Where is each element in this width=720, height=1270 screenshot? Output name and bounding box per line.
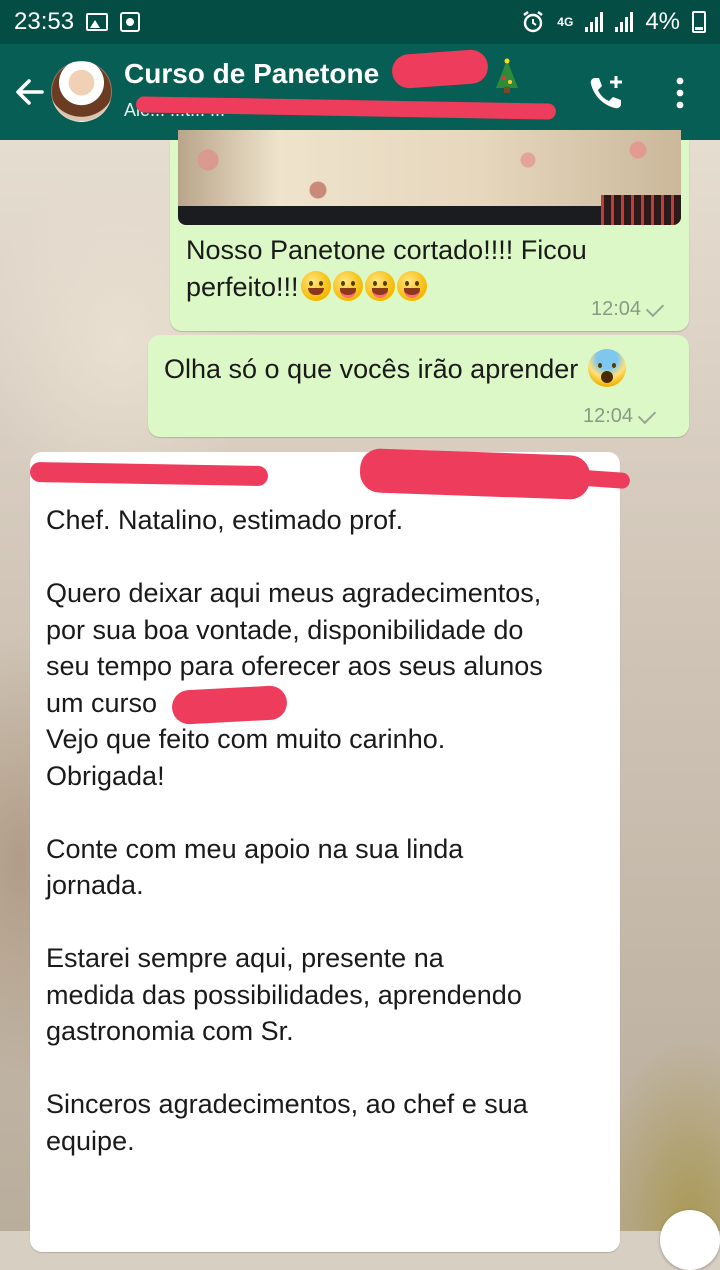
face-savoring-food-emoji bbox=[332, 270, 363, 301]
message-bubble-outgoing[interactable]: Olha só o que vocês irão aprender 12:04 bbox=[148, 335, 689, 437]
avatar[interactable] bbox=[51, 61, 112, 122]
grinning-face-emoji bbox=[300, 270, 331, 301]
status-time: 23:53 bbox=[14, 8, 75, 35]
image-notification-icon bbox=[86, 13, 109, 31]
chat-header: Curso de Panetone Ale... ...t... ... bbox=[0, 44, 720, 140]
battery-percent: 4% bbox=[645, 8, 680, 35]
message-bubble-incoming[interactable]: Chef. Natalino, estimado prof. Quero dei… bbox=[30, 452, 620, 1252]
signal-icon bbox=[585, 12, 604, 32]
redaction-scribble bbox=[171, 685, 288, 725]
more-vertical-icon[interactable] bbox=[668, 74, 692, 112]
christmas-tree-icon bbox=[496, 58, 518, 93]
message-time: 12:04 bbox=[583, 405, 634, 427]
signal-icon-2 bbox=[615, 12, 634, 32]
app-notification-icon bbox=[120, 12, 141, 32]
message-bubble-outgoing[interactable]: Nosso Panetone cortado!!!! Ficou perfeit… bbox=[170, 130, 689, 331]
alarm-icon bbox=[523, 11, 544, 33]
redaction-scribble bbox=[390, 48, 490, 90]
network-type: 4G bbox=[557, 14, 574, 29]
message-line: perfeito!!! bbox=[186, 271, 299, 302]
scroll-to-bottom-button[interactable] bbox=[660, 1210, 720, 1270]
message-meta: 12:04 bbox=[583, 405, 657, 428]
add-call-icon[interactable] bbox=[586, 72, 628, 114]
message-text: Nosso Panetone cortado!!!! Ficou perfeit… bbox=[186, 232, 587, 305]
face-savoring-food-emoji bbox=[364, 270, 395, 301]
message-time: 12:04 bbox=[591, 298, 642, 320]
status-bar: 23:53 4G 4% bbox=[0, 0, 720, 44]
message-text: Chef. Natalino, estimado prof. Quero dei… bbox=[46, 505, 543, 1156]
sent-check-icon bbox=[645, 298, 665, 317]
chat-title[interactable]: Curso de Panetone bbox=[124, 58, 379, 90]
face-savoring-food-emoji bbox=[396, 270, 427, 301]
message-meta: 12:04 bbox=[591, 298, 665, 321]
redaction-scribble bbox=[29, 461, 269, 487]
arrow-left-icon[interactable] bbox=[10, 72, 50, 112]
message-line: Olha só o que vocês irão aprender bbox=[164, 354, 579, 384]
panetone-photo[interactable] bbox=[178, 130, 681, 225]
sent-check-icon bbox=[637, 405, 657, 424]
message-text: Olha só o que vocês irão aprender bbox=[164, 349, 626, 388]
battery-icon bbox=[692, 11, 706, 33]
face-screaming-in-fear-emoji bbox=[587, 349, 626, 387]
message-line: Nosso Panetone cortado!!!! Ficou bbox=[186, 235, 587, 265]
